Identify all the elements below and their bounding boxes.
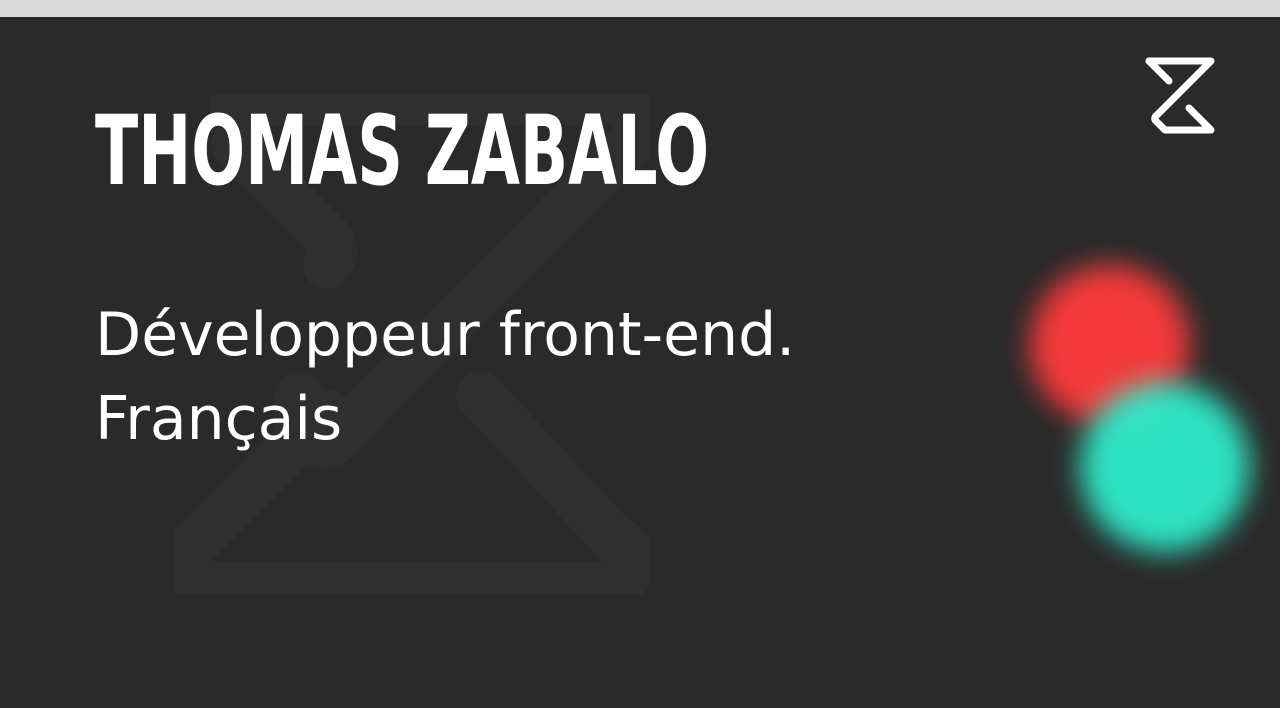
subtitle: Développeur front-end. Français (95, 293, 795, 461)
hero-section: THOMAS ZABALO Développeur front-end. Fra… (0, 17, 1280, 708)
page-title: THOMAS ZABALO (95, 95, 710, 207)
subtitle-role: Développeur front-end. (95, 300, 796, 370)
subtitle-nationality: Français (95, 384, 343, 454)
z-logo-icon[interactable] (1143, 57, 1217, 134)
browser-top-bar (0, 0, 1280, 17)
teal-glow-blob (1080, 382, 1250, 552)
